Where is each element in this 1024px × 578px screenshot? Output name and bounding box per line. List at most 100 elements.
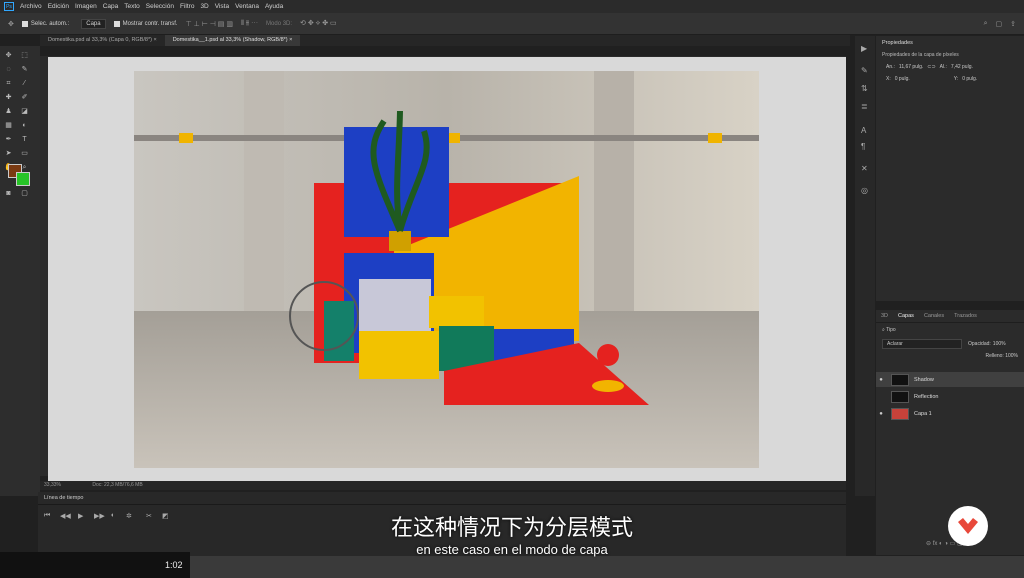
shape-tool-icon[interactable]: ▭: [20, 149, 29, 158]
crop-tool-icon[interactable]: ⌗: [4, 79, 13, 88]
pipe-clamp: [708, 133, 722, 143]
plant-pot: [389, 231, 411, 251]
show-transform-checkbox[interactable]: [113, 20, 120, 27]
y-field[interactable]: 0 pulg.: [962, 76, 977, 82]
pillar-left: [244, 71, 284, 311]
visibility-icon[interactable]: ●: [876, 377, 886, 383]
background-color-swatch[interactable]: [16, 172, 30, 186]
width-field[interactable]: 11,67 pulg.: [899, 64, 923, 70]
menu-seleccion[interactable]: Selección: [146, 3, 174, 10]
tab-trazados[interactable]: Trazados: [949, 313, 982, 319]
menu-imagen[interactable]: Imagen: [75, 3, 97, 10]
brush-preset-icon[interactable]: ✎: [861, 66, 868, 75]
tab-domestika-1[interactable]: Domestika__1.psd al 33,3% (Shadow, RGB/8…: [164, 35, 301, 46]
layer-thumbnail: [891, 373, 909, 386]
artwork-image[interactable]: [134, 71, 759, 468]
visibility-icon[interactable]: ●: [876, 411, 886, 417]
layer-row[interactable]: Reflection: [876, 389, 1024, 404]
lasso-tool-icon[interactable]: ◌: [4, 65, 13, 74]
menu-capa[interactable]: Capa: [103, 3, 119, 10]
marquee-tool-icon[interactable]: ⬚: [20, 51, 29, 60]
workspace-icon[interactable]: ▢: [996, 20, 1003, 28]
timeline-title: Línea de tiempo: [38, 492, 846, 505]
healing-brush-icon[interactable]: ✚: [4, 93, 13, 102]
search-icon[interactable]: ⌕: [984, 20, 988, 28]
show-transform-option[interactable]: Mostrar contr. transf.: [113, 20, 178, 27]
align-icons[interactable]: ⊤ ⊥ ⊢ ⊣ ▤ ▥: [186, 20, 233, 28]
menu-3d[interactable]: 3D: [200, 3, 208, 10]
tools-panel: ✥ ⬚ ◌ ✎ ⌗ ⁄ ✚ ✐ ♟ ◪ ▦ ◐ ✒ T ➤ ▭ ✋ ⌕ ◙ ▢: [0, 46, 40, 496]
layer-row[interactable]: ● Shadow: [876, 372, 1024, 387]
subtitle-spanish: en este caso en el modo de capa: [416, 542, 608, 557]
tab-domestika[interactable]: Domestika.psd al 33,3% (Capa 0, RGB/8*) …: [40, 35, 165, 46]
menu-texto[interactable]: Texto: [124, 3, 140, 10]
x-field[interactable]: 0 pulg.: [895, 76, 910, 82]
panel-icon-strip: ▶ ✎ ⇅ ≣ A ¶ ✕ ◎: [855, 36, 875, 496]
red-ball: [597, 344, 619, 366]
tools-icon[interactable]: ✕: [861, 164, 868, 173]
eraser-icon[interactable]: ◪: [20, 107, 29, 116]
height-field[interactable]: 7,42 pulg.: [951, 64, 973, 70]
share-icon[interactable]: ⇪: [1010, 20, 1016, 28]
clone-stamp-icon[interactable]: ♟: [4, 107, 13, 116]
yellow-cube: [429, 296, 484, 328]
menu-vista[interactable]: Vista: [215, 3, 229, 10]
options-bar: ✥ Selec. autom.: Capa Mostrar contr. tra…: [0, 13, 1024, 35]
video-controls-strip: [190, 556, 1024, 578]
distribute-icons[interactable]: ⫴ ⫵ ⋯: [241, 20, 258, 28]
document-tabs: Domestika.psd al 33,3% (Capa 0, RGB/8*) …: [40, 35, 850, 46]
move-tool-icon[interactable]: ✥: [4, 51, 13, 60]
paragraph-icon[interactable]: ¶: [861, 142, 865, 151]
yellow-ring: [592, 380, 624, 392]
menu-ventana[interactable]: Ventana: [235, 3, 259, 10]
quick-select-icon[interactable]: ✎: [20, 65, 29, 74]
pillar-right: [594, 71, 634, 311]
adjustments-icon[interactable]: ⇅: [861, 84, 868, 93]
fill-field[interactable]: 100%: [1005, 353, 1018, 359]
auto-select-checkbox[interactable]: [21, 20, 28, 27]
tab-capas[interactable]: Capas: [893, 313, 919, 319]
menu-filtro[interactable]: Filtro: [180, 3, 194, 10]
history-icon[interactable]: ▶: [861, 44, 867, 53]
photoshop-logo-icon: Ps: [4, 2, 14, 11]
layer-row[interactable]: ● Capa 1: [876, 406, 1024, 421]
blur-tool-icon[interactable]: ◐: [20, 121, 29, 130]
blend-mode-dropdown[interactable]: Aclarar: [882, 339, 962, 349]
menu-ayuda[interactable]: Ayuda: [265, 3, 283, 10]
paths-icon[interactable]: ≣: [861, 102, 868, 111]
move-tool-icon[interactable]: ✥: [8, 20, 14, 28]
menu-bar: Ps Archivo Edición Imagen Capa Texto Sel…: [0, 0, 1024, 13]
zoom-level[interactable]: 33,33%: [44, 482, 61, 488]
properties-title: Propiedades: [882, 40, 913, 46]
menu-archivo[interactable]: Archivo: [20, 3, 42, 10]
3d-mode-icons[interactable]: ⟲ ✥ ⟡ ✤ ▭: [300, 19, 337, 28]
green-traffic-block: [324, 301, 354, 361]
doc-size: Doc: 22,3 MB/76,6 MB: [92, 482, 143, 488]
gradient-tool-icon[interactable]: ▦: [4, 121, 13, 130]
layer-thumbnail: [891, 407, 909, 420]
tab-3d[interactable]: 3D: [876, 313, 893, 319]
quick-mask-icon[interactable]: ◙: [4, 189, 13, 198]
status-bar: 33,33% Doc: 22,3 MB/76,6 MB: [40, 481, 846, 490]
opacity-field[interactable]: 100%: [993, 341, 1006, 347]
screen-mode-icon[interactable]: ▢: [20, 189, 29, 198]
eyedropper-icon[interactable]: ⁄: [20, 79, 29, 88]
menu-edicion[interactable]: Edición: [48, 3, 69, 10]
brush-tool-icon[interactable]: ✐: [20, 93, 29, 102]
tab-canales[interactable]: Canales: [919, 313, 949, 319]
layer-filter[interactable]: ⌕ Tipo: [876, 323, 1024, 337]
mode-3d-label: Modo 3D:: [266, 20, 293, 27]
character-icon[interactable]: A: [861, 126, 866, 135]
link-icon[interactable]: ⊂⊃: [927, 64, 935, 70]
target-dropdown[interactable]: Capa: [81, 18, 106, 29]
video-timestamp: 1:02: [165, 560, 183, 570]
properties-subtitle: Propiedades de la capa de píxeles: [882, 52, 959, 58]
path-select-icon[interactable]: ➤: [4, 149, 13, 158]
type-tool-icon[interactable]: T: [20, 135, 29, 144]
auto-select-option[interactable]: Selec. autom.:: [21, 20, 69, 27]
layer-thumbnail: [891, 390, 909, 403]
pen-tool-icon[interactable]: ✒: [4, 135, 13, 144]
yellow-low-block: [359, 331, 439, 379]
3d-icon[interactable]: ◎: [861, 186, 868, 195]
subtitle-chinese: 在这种情况下为分层模式: [390, 516, 633, 541]
